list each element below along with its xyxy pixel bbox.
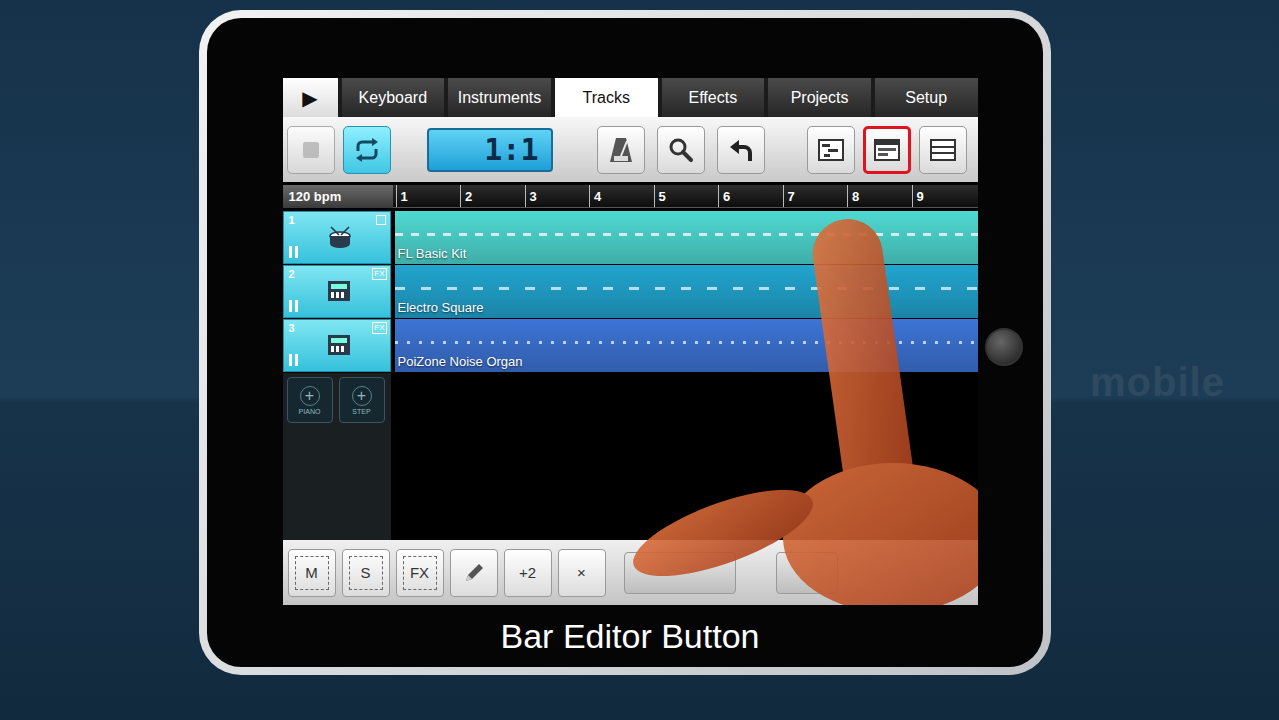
tablet: ▶KeyboardInstrumentsTracksEffectsProject… [199,10,1051,675]
tool-button[interactable]: +2 [504,549,552,597]
tab[interactable]: Effects [662,78,765,117]
fx-badge[interactable]: FX [372,268,386,280]
pause-icon[interactable] [289,246,298,258]
tab-bar: ▶KeyboardInstrumentsTracksEffectsProject… [283,78,978,117]
synth-icon [327,334,351,356]
ruler-tick: 6 [718,185,783,207]
home-button[interactable] [985,328,1023,366]
pencil-button[interactable] [450,549,498,597]
clip-name: Electro Square [398,300,484,315]
stop-icon [301,140,321,160]
tempo-label[interactable]: 120 bpm [283,185,393,208]
tool-button[interactable]: × [558,549,606,597]
track-clip[interactable]: Electro Square [395,265,978,318]
loop-button[interactable] [343,126,391,174]
track-list-footer: +PIANO+STEP [283,373,391,540]
piano-roll-icon [818,139,844,161]
loop-icon [352,137,382,163]
undo-icon [728,137,754,163]
add-track-button[interactable]: +STEP [339,377,385,423]
tab[interactable]: Instruments [448,78,551,117]
ruler-row: 120 bpm123456789 [283,185,978,208]
bar-editor-button[interactable] [863,126,911,174]
stop-button[interactable] [287,126,335,174]
track-row: 2 FX Electro Square [283,265,978,318]
metronome-button[interactable] [597,126,645,174]
toolbar: 1:1 [283,117,978,182]
timeline-ruler[interactable]: 123456789 [393,185,978,208]
tablet-bezel: ▶KeyboardInstrumentsTracksEffectsProject… [207,18,1043,667]
clip-name: FL Basic Kit [398,246,467,261]
clip-name: PoiZone Noise Organ [398,354,523,369]
ruler-tick: 5 [654,185,719,207]
track-clip[interactable]: FL Basic Kit [395,211,978,264]
app-screen: ▶KeyboardInstrumentsTracksEffectsProject… [283,78,978,605]
track-row: 3 FX PoiZone Noise Organ [283,319,978,372]
tab[interactable]: Tracks [555,78,658,117]
plus-icon: + [300,386,320,406]
zoom-slider[interactable] [624,552,736,594]
ruler-tick: 2 [460,185,525,207]
list-button[interactable] [919,126,967,174]
track-header[interactable]: 2 FX [283,265,391,318]
note-pattern [395,341,978,344]
track-area: 1 FL Basic Kit 2 FX Electro Square 3 FX PoiZone… [283,208,978,540]
magnifier-icon [668,137,694,163]
note-pattern [395,233,978,236]
tab[interactable]: Projects [768,78,871,117]
play-button[interactable]: ▶ [283,78,338,117]
piano-roll-button[interactable] [807,126,855,174]
track-number: 3 [289,322,295,334]
track-number: 1 [289,214,295,226]
edit-box-icon[interactable] [376,215,386,225]
tab[interactable]: Keyboard [342,78,445,117]
tab[interactable]: Setup [875,78,978,117]
list-icon [930,139,956,161]
fx-badge[interactable]: FX [372,322,386,334]
video-frame: ▶KeyboardInstrumentsTracksEffectsProject… [0,0,1279,720]
track-header[interactable]: 3 FX [283,319,391,372]
zoom-button[interactable] [657,126,705,174]
track-row: 1 FL Basic Kit [283,211,978,264]
ruler-tick: 9 [912,185,977,207]
pause-icon[interactable] [289,354,298,366]
bottom-toolbar: MSFX +2× [283,540,978,605]
track-header[interactable]: 1 [283,211,391,264]
position-display: 1:1 [427,128,553,172]
ruler-tick: 8 [847,185,912,207]
tool-button[interactable]: M [288,549,336,597]
drum-icon [327,226,353,250]
track-clip[interactable]: PoiZone Noise Organ [395,319,978,372]
caption: Bar Editor Button [283,617,978,656]
tool-button[interactable]: FX [396,549,444,597]
pencil-icon [462,561,486,585]
pause-icon[interactable] [289,300,298,312]
plus-icon: + [352,386,372,406]
ruler-tick: 4 [589,185,654,207]
note-pattern [395,287,978,290]
ruler-tick: 3 [525,185,590,207]
undo-button[interactable] [717,126,765,174]
bar-editor-icon [874,139,900,161]
ruler-tick: 1 [396,185,461,207]
watermark: mobile [1090,360,1225,405]
track-number: 2 [289,268,295,280]
zoom-slider[interactable] [776,552,838,594]
hand-overlay [283,78,978,605]
empty-track-area[interactable] [395,373,978,540]
metronome-icon [608,136,634,164]
synth-icon [327,280,351,302]
tool-button[interactable]: S [342,549,390,597]
ruler-tick: 7 [783,185,848,207]
add-track-button[interactable]: +PIANO [287,377,333,423]
